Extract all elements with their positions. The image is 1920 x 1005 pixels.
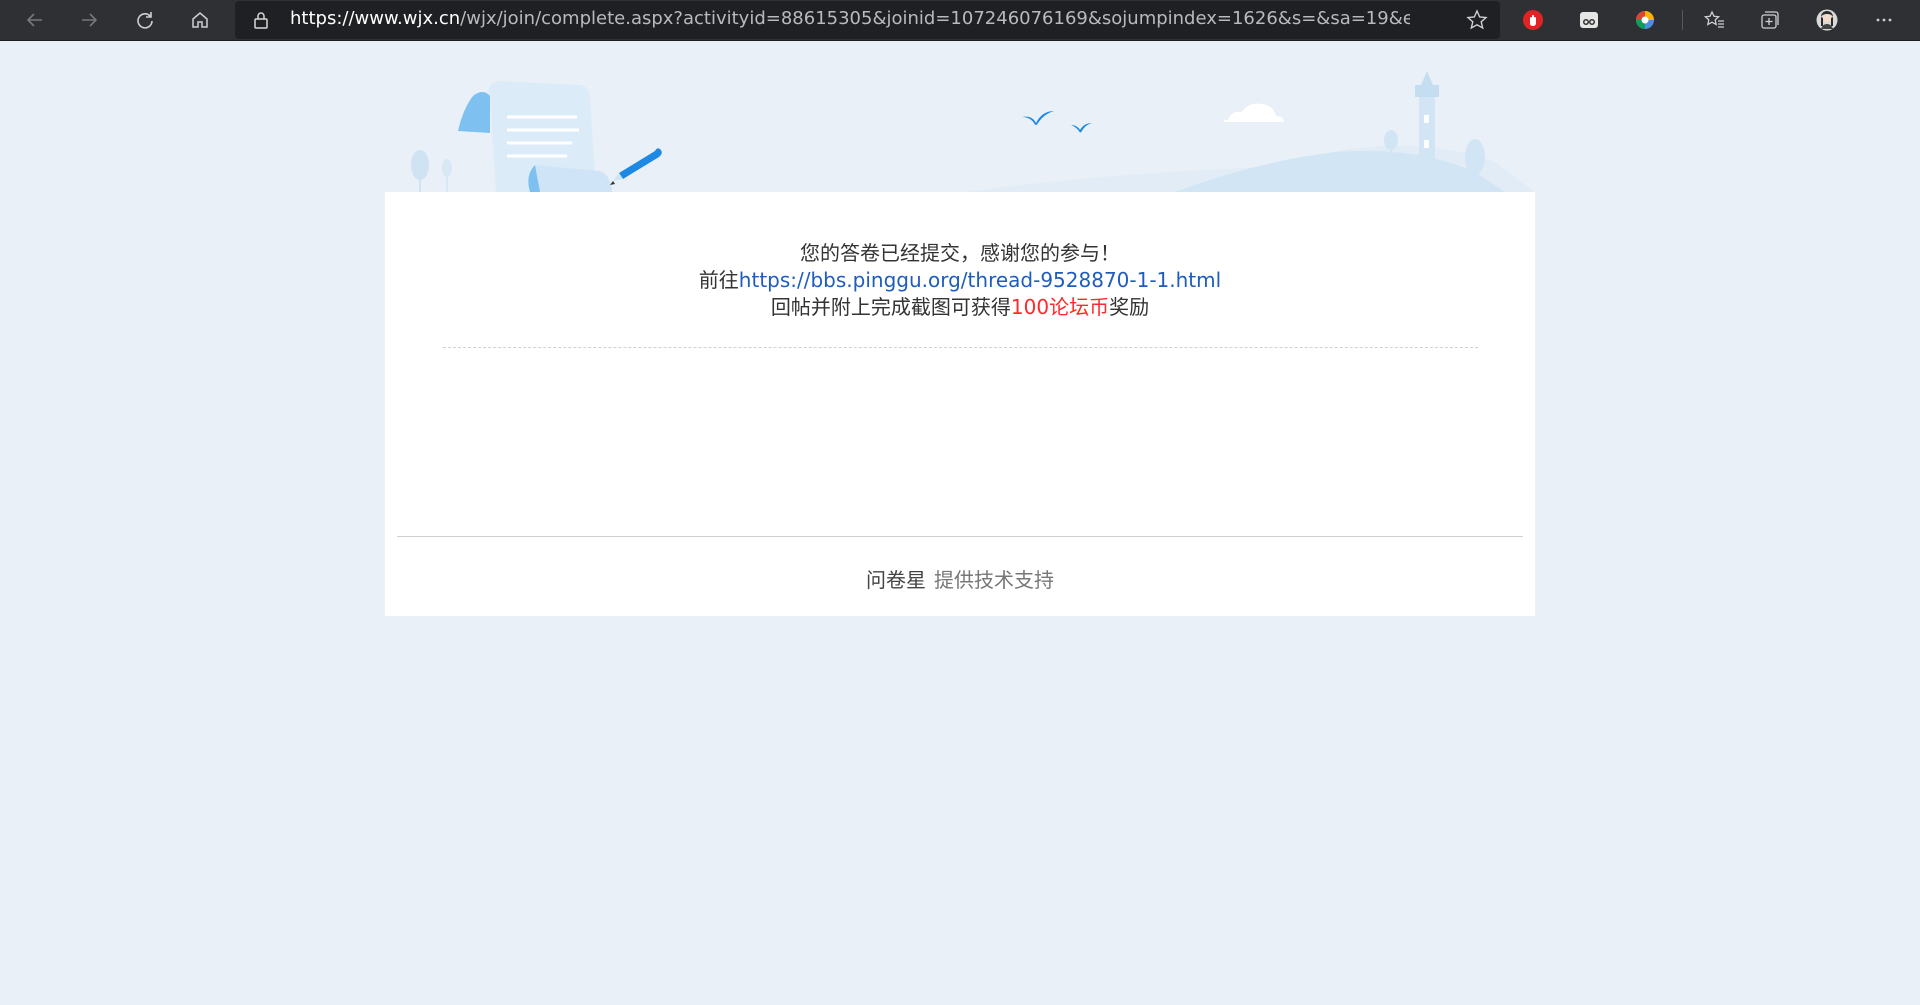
footer-brand[interactable]: 问卷星 [866, 568, 926, 592]
color-ball-icon [1636, 11, 1654, 29]
hero-illustration [411, 71, 1535, 192]
extension-color[interactable] [1631, 6, 1659, 34]
lock-icon [254, 12, 268, 29]
forward-arrow-icon [82, 13, 98, 27]
browser-toolbar: https://www.wjx.cn/wjx/join/complete.asp… [0, 0, 1920, 41]
settings-more-button[interactable] [1870, 6, 1898, 34]
reward-prefix: 回帖并附上完成截图可获得 [770, 295, 1011, 319]
forum-thread-link[interactable]: https://bbs.pinggu.org/thread-9528870-1-… [739, 268, 1221, 292]
refresh-icon [137, 12, 153, 29]
adblock-icon [1523, 10, 1543, 30]
glasses-icon [1580, 12, 1598, 28]
footer-support-text: 提供技术支持 [934, 568, 1054, 592]
reward-line: 回帖并附上完成截图可获得100论坛币奖励 [385, 294, 1535, 321]
completion-card: 您的答卷已经提交，感谢您的参与！ 前往https://bbs.pinggu.or… [385, 192, 1535, 616]
url-text: https://www.wjx.cn/wjx/join/complete.asp… [290, 1, 1410, 39]
reward-amount: 100论坛币 [1010, 295, 1110, 319]
extension-glasses[interactable] [1575, 6, 1603, 34]
link-line: 前往https://bbs.pinggu.org/thread-9528870-… [385, 267, 1535, 294]
favorites-button[interactable] [1700, 6, 1728, 34]
more-dots-icon [1876, 18, 1892, 22]
back-arrow-icon [26, 13, 42, 27]
collections-icon [1761, 11, 1779, 29]
extension-adblock[interactable] [1519, 6, 1547, 34]
forward-button[interactable] [73, 4, 105, 36]
favorite-star-icon[interactable] [1466, 9, 1488, 31]
footer-divider [397, 536, 1523, 537]
footer: 问卷星 提供技术支持 [385, 564, 1535, 593]
link-prefix: 前往 [698, 268, 739, 292]
address-bar[interactable]: https://www.wjx.cn/wjx/join/complete.asp… [235, 1, 1500, 39]
url-path: /wjx/join/complete.aspx?activityid=88615… [460, 8, 1410, 29]
back-button[interactable] [19, 4, 51, 36]
completion-message: 您的答卷已经提交，感谢您的参与！ 前往https://bbs.pinggu.or… [385, 240, 1535, 321]
tree-left-icon [411, 150, 452, 192]
dotted-divider [443, 347, 1478, 348]
paper-scroll-icon [458, 81, 612, 192]
cloud-icon [1224, 103, 1284, 122]
thanks-text: 您的答卷已经提交，感谢您的参与！ [800, 241, 1120, 265]
url-host: https://www.wjx.cn [290, 8, 461, 29]
home-button[interactable] [184, 4, 216, 36]
toolbar-divider [1682, 10, 1683, 30]
reward-suffix: 奖励 [1109, 295, 1150, 319]
favorites-list-icon [1703, 10, 1724, 28]
avatar [1816, 9, 1838, 31]
refresh-button[interactable] [129, 4, 161, 36]
collections-button[interactable] [1756, 6, 1784, 34]
profile-button[interactable] [1813, 6, 1841, 34]
hills-illustration [965, 145, 1535, 192]
home-icon [192, 12, 208, 28]
pen-icon [610, 148, 662, 185]
bird-icon [1022, 111, 1092, 133]
